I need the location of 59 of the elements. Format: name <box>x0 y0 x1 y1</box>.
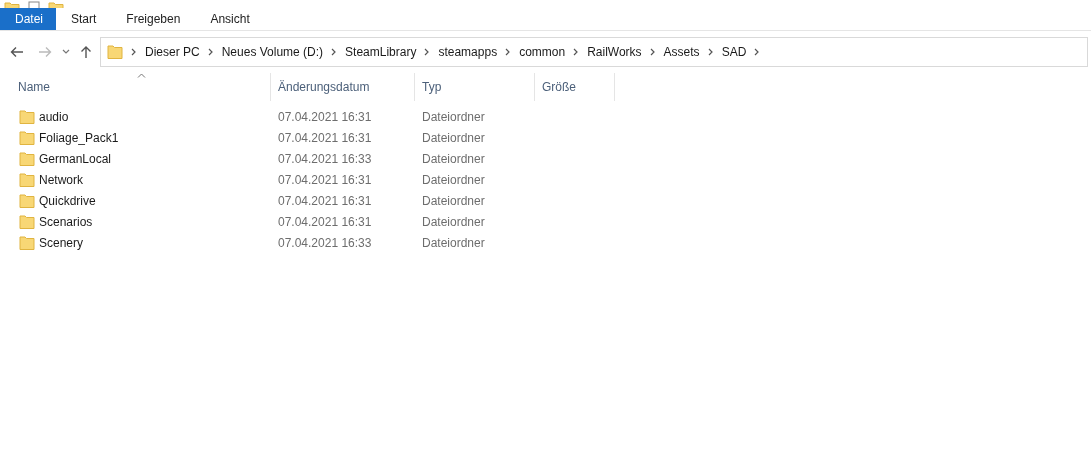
back-arrow-icon[interactable] <box>10 46 24 58</box>
folder-icon <box>19 109 35 124</box>
file-name[interactable]: Quickdrive <box>39 191 96 210</box>
breadcrumb-item[interactable]: Dieser PC <box>145 43 200 61</box>
ribbon-tab[interactable]: Datei <box>0 8 56 30</box>
chevron-icon <box>505 48 512 56</box>
address-bar[interactable]: Dieser PC Neues Volume (D:) SteamLibrary steamapps common RailWorks Assets SAD <box>100 37 1088 67</box>
folder-icon <box>107 45 123 59</box>
file-name[interactable]: Scenery <box>39 233 84 252</box>
dropdown-caret-icon[interactable] <box>62 49 70 55</box>
chevron-icon <box>424 48 431 56</box>
chevron-icon <box>707 48 714 56</box>
breadcrumb-item[interactable]: Neues Volume (D:) <box>221 43 324 61</box>
breadcrumb-item[interactable]: Assets <box>663 43 700 61</box>
chevron-icon <box>754 48 761 56</box>
file-type: Dateiordner <box>421 192 486 210</box>
column-header[interactable]: Typ <box>415 73 535 101</box>
sort-caret-icon <box>137 73 146 78</box>
file-name[interactable]: Foliage_Pack1 <box>39 128 119 147</box>
folder-icon <box>19 235 35 250</box>
column-header[interactable]: Änderungsdatum <box>271 73 415 101</box>
file-name[interactable]: audio <box>39 107 69 126</box>
folder-icon <box>19 172 35 187</box>
file-name[interactable]: GermanLocal <box>39 149 112 168</box>
file-type: Dateiordner <box>421 213 486 231</box>
folder-icon <box>19 193 35 208</box>
folder-icon <box>19 130 35 145</box>
chevron-icon <box>131 48 137 56</box>
column-header[interactable]: Name <box>0 73 271 101</box>
chevron-icon <box>331 48 338 56</box>
file-type: Dateiordner <box>421 150 486 168</box>
file-name[interactable]: Scenarios <box>39 212 93 231</box>
modified-date: 07.04.2021 16:33 <box>277 234 373 252</box>
breadcrumb-item[interactable]: SAD <box>721 43 747 61</box>
modified-date: 07.04.2021 16:31 <box>277 192 373 210</box>
chevron-icon <box>649 48 656 56</box>
breadcrumb-item[interactable]: steamapps <box>438 43 498 61</box>
breadcrumb-item[interactable]: SteamLibrary <box>345 43 417 61</box>
ribbon-tab[interactable]: Ansicht <box>195 8 265 30</box>
modified-date: 07.04.2021 16:31 <box>277 108 373 126</box>
file-type: Dateiordner <box>421 129 486 147</box>
modified-date: 07.04.2021 16:31 <box>277 171 373 189</box>
file-name[interactable]: Network <box>39 170 83 189</box>
chevron-icon <box>207 48 214 56</box>
file-type: Dateiordner <box>421 171 486 189</box>
ribbon-tab[interactable]: Start <box>56 8 112 30</box>
folder-icon <box>19 151 35 166</box>
file-type: Dateiordner <box>421 234 486 252</box>
column-header[interactable]: Größe <box>535 73 615 101</box>
modified-date: 07.04.2021 16:31 <box>277 129 373 147</box>
file-type: Dateiordner <box>421 108 486 126</box>
up-arrow-icon[interactable] <box>80 45 92 59</box>
chevron-icon <box>573 48 580 56</box>
breadcrumb-item[interactable]: common <box>519 43 566 61</box>
breadcrumb-item[interactable]: RailWorks <box>587 43 642 61</box>
ribbon-tab[interactable]: Freigeben <box>111 8 196 30</box>
modified-date: 07.04.2021 16:33 <box>277 150 373 168</box>
modified-date: 07.04.2021 16:31 <box>277 213 373 231</box>
folder-icon <box>19 214 35 229</box>
